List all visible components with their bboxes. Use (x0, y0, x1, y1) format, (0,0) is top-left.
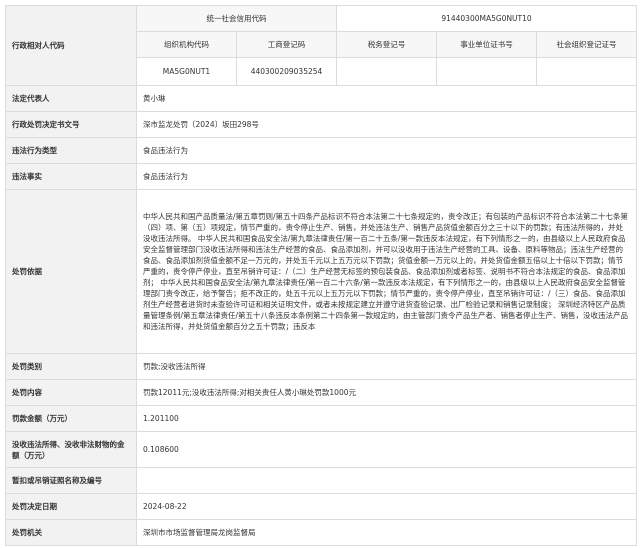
uscc-value: 91440300MA5G0NUT10 (336, 5, 637, 32)
authority-value: 深圳市市场监督管理局龙岗监督局 (136, 519, 637, 546)
decision-no-value: 深市监龙处罚〔2024〕坂田298号 (136, 111, 637, 138)
row-decision-date: 处罚决定日期 2024-08-22 (5, 493, 637, 520)
row-category: 处罚类别 罚款;没收违法所得 (5, 353, 637, 380)
authority-label: 处罚机关 (5, 519, 137, 546)
org-code-value: MA5G0NUT1 (136, 57, 237, 86)
org-code-label: 组织机构代码 (136, 31, 237, 58)
row-suspended: 暂扣或吊销证照名称及编号 (5, 467, 637, 494)
fine-label: 罚款金额（万元） (5, 405, 137, 432)
content-value: 罚款12011元;没收违法所得;对相关责任人黄小琳处罚款1000元 (136, 379, 637, 406)
social-org-value (536, 57, 637, 86)
decision-no-label: 行政处罚决定书文号 (5, 111, 137, 138)
content-label: 处罚内容 (5, 379, 137, 406)
row-content: 处罚内容 罚款12011元;没收违法所得;对相关责任人黄小琳处罚款1000元 (5, 379, 637, 406)
row-legal-rep: 法定代表人 黄小琳 (5, 85, 637, 112)
penalty-record: 行政相对人代码 统一社会信用代码 91440300MA5G0NUT10 组织机构… (0, 0, 641, 548)
basis-value: 中华人民共和国产品质量法/第五章罚则/第五十四条产品标识不符合本法第二十七条规定… (136, 189, 637, 354)
suspended-label: 暂扣或吊销证照名称及编号 (5, 467, 137, 494)
row-confiscated: 没收违法所得、没收非法财物的金额（万元） 0.108600 (5, 431, 637, 468)
category-value: 罚款;没收违法所得 (136, 353, 637, 380)
violation-fact-value: 食品违法行为 (136, 163, 637, 190)
institution-cert-label: 事业单位证书号 (436, 31, 537, 58)
business-reg-label: 工商登记码 (236, 31, 337, 58)
suspended-value (136, 467, 637, 494)
row-basis: 处罚依据 中华人民共和国产品质量法/第五章罚则/第五十四条产品标识不符合本法第二… (5, 189, 637, 354)
violation-fact-label: 违法事实 (5, 163, 137, 190)
decision-date-label: 处罚决定日期 (5, 493, 137, 520)
fine-value: 1.201100 (136, 405, 637, 432)
confiscated-value: 0.108600 (136, 431, 637, 468)
uscc-label: 统一社会信用代码 (136, 5, 337, 32)
penalty-info-table: 行政相对人代码 统一社会信用代码 91440300MA5G0NUT10 组织机构… (5, 5, 637, 546)
row-violation-fact: 违法事实 食品违法行为 (5, 163, 637, 190)
row-uscc: 行政相对人代码 统一社会信用代码 91440300MA5G0NUT10 (5, 5, 637, 86)
row-decision-no: 行政处罚决定书文号 深市监龙处罚〔2024〕坂田298号 (5, 111, 637, 138)
category-label: 处罚类别 (5, 353, 137, 380)
legal-rep-label: 法定代表人 (5, 85, 137, 112)
legal-rep-value: 黄小琳 (136, 85, 637, 112)
institution-cert-value (436, 57, 537, 86)
business-reg-value: 440300209035254 (236, 57, 337, 86)
basis-label: 处罚依据 (5, 189, 137, 354)
violation-type-label: 违法行为类型 (5, 137, 137, 164)
row-authority: 处罚机关 深圳市市场监督管理局龙岗监督局 (5, 519, 637, 546)
subject-code-label: 行政相对人代码 (5, 5, 137, 86)
tax-reg-label: 税务登记号 (336, 31, 437, 58)
row-violation-type: 违法行为类型 食品违法行为 (5, 137, 637, 164)
social-org-label: 社会组织登记证号 (536, 31, 637, 58)
decision-date-value: 2024-08-22 (136, 493, 637, 520)
row-fine: 罚款金额（万元） 1.201100 (5, 405, 637, 432)
tax-reg-value (336, 57, 437, 86)
confiscated-label: 没收违法所得、没收非法财物的金额（万元） (5, 431, 137, 468)
violation-type-value: 食品违法行为 (136, 137, 637, 164)
